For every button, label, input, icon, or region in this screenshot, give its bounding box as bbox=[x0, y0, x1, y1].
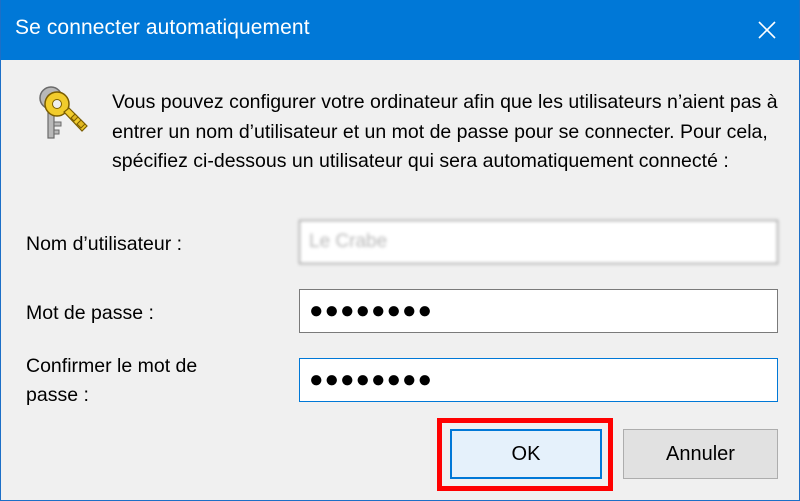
cancel-button[interactable]: Annuler bbox=[623, 429, 778, 479]
confirm-password-label: Confirmer le mot de passe : bbox=[26, 352, 197, 410]
window-title: Se connecter automatiquement bbox=[15, 16, 310, 39]
description-text: Vous pouvez configurer votre ordinateur … bbox=[112, 91, 778, 172]
confirm-password-label-line1: Confirmer le mot de bbox=[26, 355, 198, 377]
password-label: Mot de passe : bbox=[26, 302, 154, 324]
auto-login-dialog: Se connecter automatiquement Vous pouvez… bbox=[0, 0, 800, 501]
password-input[interactable] bbox=[299, 289, 778, 333]
close-icon bbox=[758, 21, 776, 39]
title-bar[interactable]: Se connecter automatiquement bbox=[1, 0, 799, 60]
close-button[interactable] bbox=[735, 0, 799, 60]
keys-icon bbox=[39, 86, 88, 139]
confirm-password-label-line2: passe : bbox=[26, 384, 89, 406]
username-label: Nom d’utilisateur : bbox=[26, 233, 183, 255]
username-input[interactable] bbox=[299, 220, 778, 264]
ok-button[interactable]: OK bbox=[450, 429, 602, 479]
confirm-password-input[interactable] bbox=[299, 358, 778, 402]
